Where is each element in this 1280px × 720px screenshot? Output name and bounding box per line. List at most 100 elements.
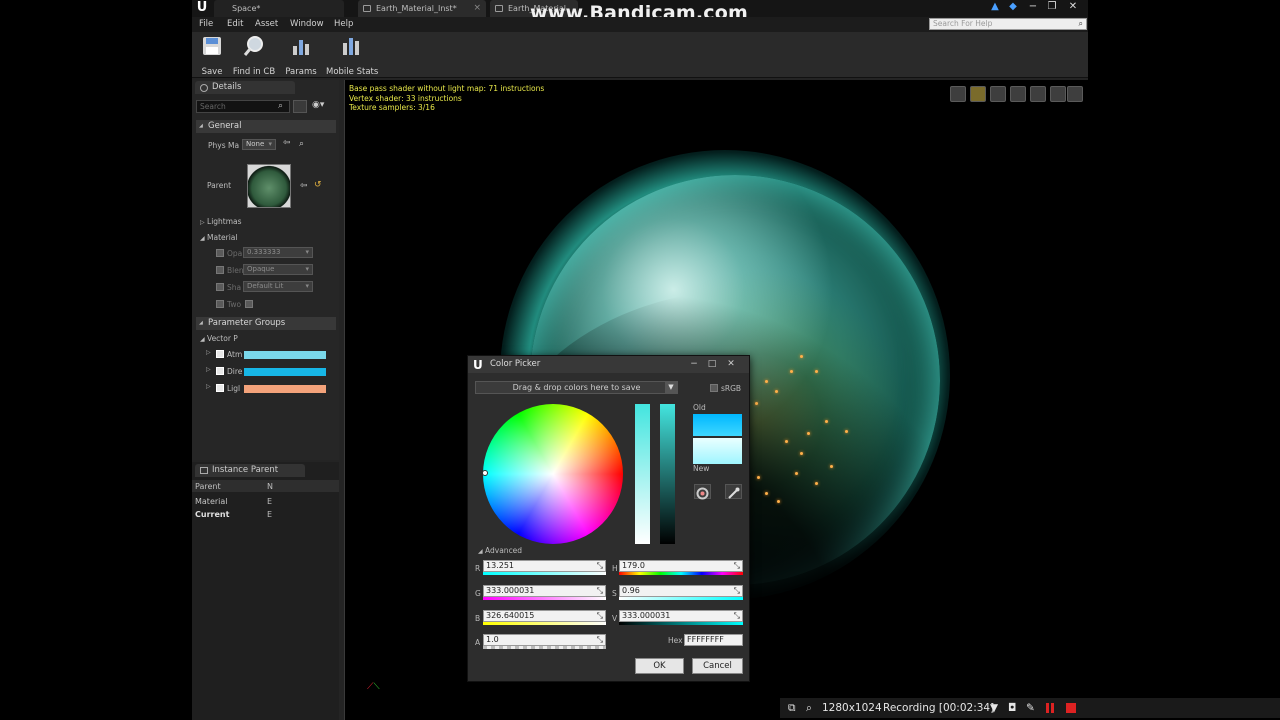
zoom-icon[interactable]: ⌕ bbox=[806, 698, 812, 718]
material-section[interactable]: ◢ Material bbox=[200, 233, 237, 242]
cube-preview-icon[interactable] bbox=[1010, 86, 1026, 102]
override-checkbox[interactable] bbox=[216, 300, 224, 308]
tab-space[interactable]: Space* bbox=[214, 0, 344, 17]
param-enabled-checkbox[interactable] bbox=[216, 384, 224, 392]
help-search-input[interactable]: Search For Help ⌕ bbox=[929, 18, 1087, 30]
maximize-icon[interactable]: ❐ bbox=[1043, 0, 1061, 13]
save-button[interactable]: Save bbox=[200, 35, 224, 77]
hex-input[interactable]: FFFFFFFF bbox=[684, 634, 743, 646]
green-input[interactable]: 333.000031 ⤡ bbox=[483, 585, 606, 597]
menu-window[interactable]: Window bbox=[290, 17, 324, 32]
use-selected-arrow-icon[interactable]: ⇦ bbox=[300, 181, 308, 191]
color-themes-icon[interactable] bbox=[694, 484, 711, 500]
material-instance-icon bbox=[363, 5, 371, 12]
ok-button[interactable]: OK bbox=[635, 658, 684, 674]
pause-icon[interactable] bbox=[1046, 703, 1054, 713]
value-slider[interactable] bbox=[660, 404, 675, 544]
tab-earth-material-inst[interactable]: Earth_Material_Inst* × bbox=[358, 0, 486, 17]
direction-color-swatch[interactable] bbox=[244, 368, 326, 376]
pin-icon[interactable]: ◆ bbox=[1004, 0, 1022, 13]
cancel-button[interactable]: Cancel bbox=[692, 658, 743, 674]
parent-thumbnail[interactable] bbox=[247, 164, 291, 208]
vector-params-section[interactable]: ◢ Vector P bbox=[200, 334, 238, 343]
close-icon[interactable]: × bbox=[473, 0, 481, 17]
grid-toggle-icon[interactable] bbox=[1050, 86, 1066, 102]
override-checkbox[interactable] bbox=[216, 249, 224, 257]
list-item-material[interactable]: Material bbox=[195, 497, 228, 506]
advanced-toggle[interactable]: ◢ Advanced bbox=[478, 546, 522, 555]
list-item-current[interactable]: Current bbox=[195, 510, 229, 519]
saturation-slider[interactable] bbox=[635, 404, 650, 544]
override-checkbox[interactable] bbox=[216, 283, 224, 291]
override-checkbox[interactable] bbox=[216, 266, 224, 274]
plane-preview-icon[interactable] bbox=[990, 86, 1006, 102]
browse-icon[interactable]: ⌕ bbox=[299, 139, 304, 149]
phys-material-dropdown[interactable]: None bbox=[242, 139, 276, 150]
notification-icon[interactable]: ▲ bbox=[986, 0, 1004, 13]
chevron-down-icon[interactable]: ▼ bbox=[990, 698, 998, 718]
alpha-input[interactable]: 1.0 ⤡ bbox=[483, 634, 606, 646]
close-icon[interactable]: ✕ bbox=[725, 358, 737, 370]
mesh-preview-icon[interactable] bbox=[1030, 86, 1046, 102]
blue-input[interactable]: 326.640015 ⤡ bbox=[483, 610, 606, 622]
opacity-value: 0.333333 bbox=[247, 248, 281, 256]
blue-slider[interactable]: 326.640015 ⤡ bbox=[483, 610, 606, 627]
expand-arrow-icon[interactable]: ▷ bbox=[206, 383, 211, 390]
expand-arrow-icon[interactable]: ▷ bbox=[206, 366, 211, 373]
light-color-swatch[interactable] bbox=[244, 385, 326, 393]
mobile-stats-button[interactable]: Mobile Stats bbox=[326, 35, 378, 77]
menu-asset[interactable]: Asset bbox=[255, 17, 278, 32]
value-input[interactable]: 333.000031 ⤡ bbox=[619, 610, 743, 622]
camera-icon[interactable]: ◘ bbox=[1008, 698, 1016, 718]
alpha-slider[interactable]: 1.0 ⤡ bbox=[483, 634, 606, 651]
section-parameter-groups[interactable]: Parameter Groups bbox=[196, 317, 336, 330]
light-color-label: Ligl bbox=[227, 384, 241, 393]
help-search-placeholder: Search For Help bbox=[933, 19, 993, 28]
green-gradient bbox=[483, 597, 606, 600]
details-tab[interactable]: Details bbox=[195, 81, 295, 94]
window-mode-icon[interactable]: ⧉ bbox=[788, 698, 796, 718]
hue-input[interactable]: 179.0 ⤡ bbox=[619, 560, 743, 572]
param-enabled-checkbox[interactable] bbox=[216, 350, 224, 358]
saved-colors-dropdown[interactable]: Drag & drop colors here to save ▼ bbox=[475, 381, 678, 394]
value-field-slider[interactable]: 333.000031 ⤡ bbox=[619, 610, 743, 627]
stop-icon[interactable] bbox=[1066, 703, 1076, 713]
minimize-icon[interactable]: − bbox=[1024, 0, 1042, 13]
hue-slider[interactable]: 179.0 ⤡ bbox=[619, 560, 743, 577]
eyedropper-icon[interactable] bbox=[725, 484, 742, 499]
saturation-field-slider[interactable]: 0.96 ⤡ bbox=[619, 585, 743, 602]
menu-file[interactable]: File bbox=[199, 17, 213, 32]
red-input[interactable]: 13.251 ⤡ bbox=[483, 560, 606, 572]
green-slider[interactable]: 333.000031 ⤡ bbox=[483, 585, 606, 602]
saturation-input[interactable]: 0.96 ⤡ bbox=[619, 585, 743, 597]
params-button[interactable]: Params bbox=[284, 35, 318, 77]
menu-edit[interactable]: Edit bbox=[227, 17, 243, 32]
atmosphere-color-swatch[interactable] bbox=[244, 351, 326, 359]
red-slider[interactable]: 13.251 ⤡ bbox=[483, 560, 606, 577]
details-search-input[interactable]: Search bbox=[196, 100, 290, 113]
sphere-preview-icon[interactable] bbox=[970, 86, 986, 102]
use-selected-arrow-icon[interactable]: ⇦ bbox=[283, 138, 291, 148]
menu-help[interactable]: Help bbox=[334, 17, 353, 32]
param-enabled-checkbox[interactable] bbox=[216, 367, 224, 375]
reset-to-default-icon[interactable]: ↺ bbox=[314, 180, 322, 190]
cylinder-preview-icon[interactable] bbox=[950, 86, 966, 102]
find-in-cb-button[interactable]: Find in CB bbox=[232, 35, 276, 77]
realtime-toggle-icon[interactable] bbox=[1067, 86, 1083, 102]
minimize-icon[interactable]: − bbox=[688, 358, 700, 370]
instance-parents-tab[interactable]: Instance Parent bbox=[195, 464, 305, 477]
section-general[interactable]: General bbox=[196, 120, 336, 133]
eye-icon[interactable]: ◉▾ bbox=[312, 100, 324, 110]
value-value: 333.000031 bbox=[622, 611, 671, 620]
city-light bbox=[757, 476, 760, 479]
expand-arrow-icon[interactable]: ▷ bbox=[206, 349, 211, 356]
color-wheel-selector[interactable] bbox=[482, 470, 488, 476]
maximize-icon[interactable]: □ bbox=[706, 358, 718, 370]
pencil-icon[interactable]: ✎ bbox=[1026, 698, 1035, 718]
grid-view-icon[interactable] bbox=[293, 100, 307, 113]
atmosphere-color-label: Atm bbox=[227, 350, 243, 359]
srgb-checkbox[interactable] bbox=[710, 384, 718, 392]
close-window-icon[interactable]: ✕ bbox=[1064, 0, 1082, 13]
color-wheel[interactable] bbox=[483, 404, 623, 544]
lightmass-section[interactable]: ▷ Lightmas bbox=[200, 217, 242, 226]
